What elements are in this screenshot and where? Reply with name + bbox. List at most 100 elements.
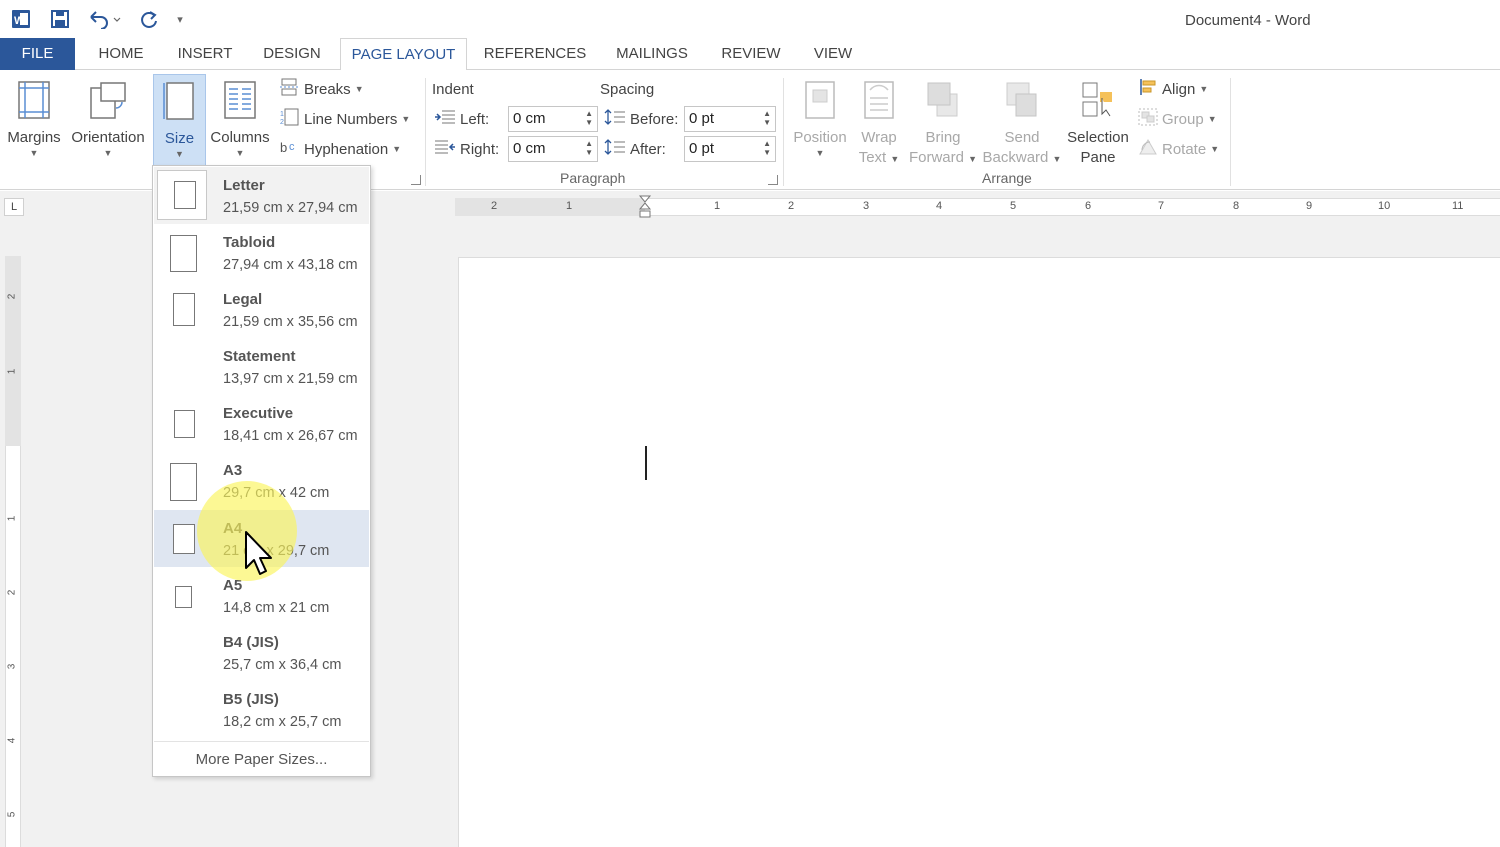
ruler-number: 2 [788, 200, 795, 212]
document-page[interactable] [458, 257, 1500, 847]
spacing-before-input[interactable]: 0 pt ▲ ▼ [684, 106, 776, 132]
margins-button[interactable]: Margins ▼ [4, 74, 64, 170]
rotate-icon [1138, 138, 1158, 160]
svg-text:b: b [280, 140, 287, 155]
ruler-number: 2 [491, 200, 498, 212]
paper-size-executive[interactable]: Executive 18,41 cm x 26,67 cm [154, 395, 369, 452]
paper-size-b4-jis[interactable]: B4 (JIS) 25,7 cm x 36,4 cm [154, 624, 369, 681]
paper-size-b5-jis[interactable]: B5 (JIS) 18,2 cm x 25,7 cm [154, 681, 369, 738]
tab-review[interactable]: REVIEW [714, 38, 788, 70]
align-button[interactable]: Align ▼ [1138, 76, 1208, 102]
orientation-button[interactable]: Orientation ▼ [66, 74, 150, 170]
svg-text:2: 2 [280, 119, 284, 126]
selection-pane-button[interactable]: Selection Pane [1064, 74, 1132, 170]
paper-size-statement[interactable]: Statement 13,97 cm x 21,59 cm [154, 338, 369, 395]
ruler-number: 8 [1233, 200, 1240, 212]
ruler-number: 3 [863, 200, 870, 212]
word-icon: W [9, 8, 33, 30]
send-backward-button[interactable]: Send Backward ▼ [980, 74, 1064, 170]
indent-label: Indent [432, 80, 474, 98]
tab-view[interactable]: VIEW [804, 38, 862, 70]
page-icon [173, 524, 195, 554]
wrap-text-button[interactable]: Wrap Text ▼ [852, 74, 906, 170]
more-paper-sizes-button[interactable]: More Paper Sizes... [154, 741, 369, 777]
ruler-number: 10 [1378, 200, 1391, 212]
spacing-after-label: After: [604, 136, 666, 162]
save-icon[interactable] [49, 8, 71, 30]
text-cursor [645, 446, 647, 480]
spinner-icon[interactable]: ▲ ▼ [763, 109, 771, 127]
tab-page-layout[interactable]: PAGE LAYOUT [340, 38, 467, 71]
paper-size-tabloid[interactable]: Tabloid 27,94 cm x 43,18 cm [154, 224, 369, 281]
ruler-number: 9 [1306, 200, 1313, 212]
group-icon [1138, 108, 1158, 130]
columns-icon [223, 80, 257, 124]
tab-insert[interactable]: INSERT [170, 38, 240, 70]
group-separator [783, 78, 784, 186]
send-backward-icon [1004, 80, 1040, 124]
spacing-before-icon [604, 108, 626, 130]
indent-right-input[interactable]: 0 cm ▲ ▼ [508, 136, 598, 162]
tab-home[interactable]: HOME [88, 38, 154, 70]
ruler-margin-area [5, 256, 21, 446]
page-icon [174, 181, 196, 209]
undo-icon[interactable] [86, 8, 122, 30]
indent-left-label: Left: [434, 106, 489, 132]
spinner-icon[interactable]: ▲ ▼ [585, 109, 593, 127]
spacing-label: Spacing [600, 80, 655, 98]
svg-text:1: 1 [280, 111, 284, 118]
tab-references[interactable]: REFERENCES [482, 38, 588, 70]
tab-selector-button[interactable]: L [4, 198, 24, 216]
bring-forward-button[interactable]: Bring Forward ▼ [906, 74, 980, 170]
indent-right-label: Right: [434, 136, 499, 162]
paper-size-letter[interactable]: Letter 21,59 cm x 27,94 cm [154, 167, 369, 224]
line-numbers-button[interactable]: 12 Line Numbers ▼ [280, 106, 410, 132]
paper-size-menu: Letter 21,59 cm x 27,94 cm Tabloid 27,94… [152, 165, 371, 777]
page-icon [174, 410, 195, 438]
hyphenation-icon: bc [280, 138, 300, 160]
orientation-icon [88, 80, 128, 124]
indent-marker-icon[interactable] [638, 195, 652, 227]
paragraph-launcher-icon[interactable] [768, 175, 778, 185]
tab-mailings[interactable]: MAILINGS [606, 38, 698, 70]
indent-right-icon [434, 139, 456, 159]
columns-button[interactable]: Columns ▼ [208, 74, 272, 170]
spinner-icon[interactable]: ▲ ▼ [763, 139, 771, 157]
indent-left-input[interactable]: 0 cm ▲ ▼ [508, 106, 598, 132]
svg-text:W: W [14, 15, 25, 27]
page-icon [173, 293, 195, 326]
paper-size-legal[interactable]: Legal 21,59 cm x 35,56 cm [154, 281, 369, 338]
selection-pane-icon [1080, 80, 1116, 124]
paper-size-icon [162, 81, 197, 125]
tab-design[interactable]: DESIGN [256, 38, 328, 70]
hyphenation-button[interactable]: bc Hyphenation ▼ [280, 136, 401, 162]
tab-file[interactable]: FILE [0, 38, 75, 70]
breaks-button[interactable]: Breaks ▼ [280, 76, 364, 102]
spacing-after-input[interactable]: 0 pt ▲ ▼ [684, 136, 776, 162]
bring-forward-icon [925, 80, 961, 124]
ruler-margin-area [455, 198, 645, 216]
rotate-button[interactable]: Rotate ▼ [1138, 136, 1219, 162]
ruler-number: 4 [936, 200, 943, 212]
title-bar: W ▾ Document4 - Word [0, 0, 1500, 38]
position-button[interactable]: Position ▼ [790, 74, 850, 170]
ruler-number: 6 [1085, 200, 1092, 212]
ruler-number: 3 [6, 663, 18, 670]
group-separator [1230, 78, 1231, 186]
page-setup-launcher-icon[interactable] [411, 175, 421, 185]
margins-icon [17, 80, 51, 124]
ruler-number: 4 [6, 737, 18, 744]
group-button[interactable]: Group ▼ [1138, 106, 1217, 132]
redo-icon[interactable] [138, 8, 160, 30]
spinner-icon[interactable]: ▲ ▼ [585, 139, 593, 157]
ribbon-tabs: FILE HOME INSERT DESIGN PAGE LAYOUT REFE… [0, 38, 1500, 71]
page-icon [170, 235, 197, 272]
spacing-before-label: Before: [604, 106, 678, 132]
wrap-text-icon [863, 80, 895, 124]
svg-text:c: c [289, 141, 295, 153]
customize-qat-icon[interactable]: ▾ [172, 8, 188, 30]
arrange-group-label: Arrange [982, 170, 1032, 186]
paragraph-group-label: Paragraph [560, 170, 626, 186]
size-button[interactable]: Size ▼ [153, 74, 206, 166]
line-numbers-icon: 12 [280, 108, 300, 130]
